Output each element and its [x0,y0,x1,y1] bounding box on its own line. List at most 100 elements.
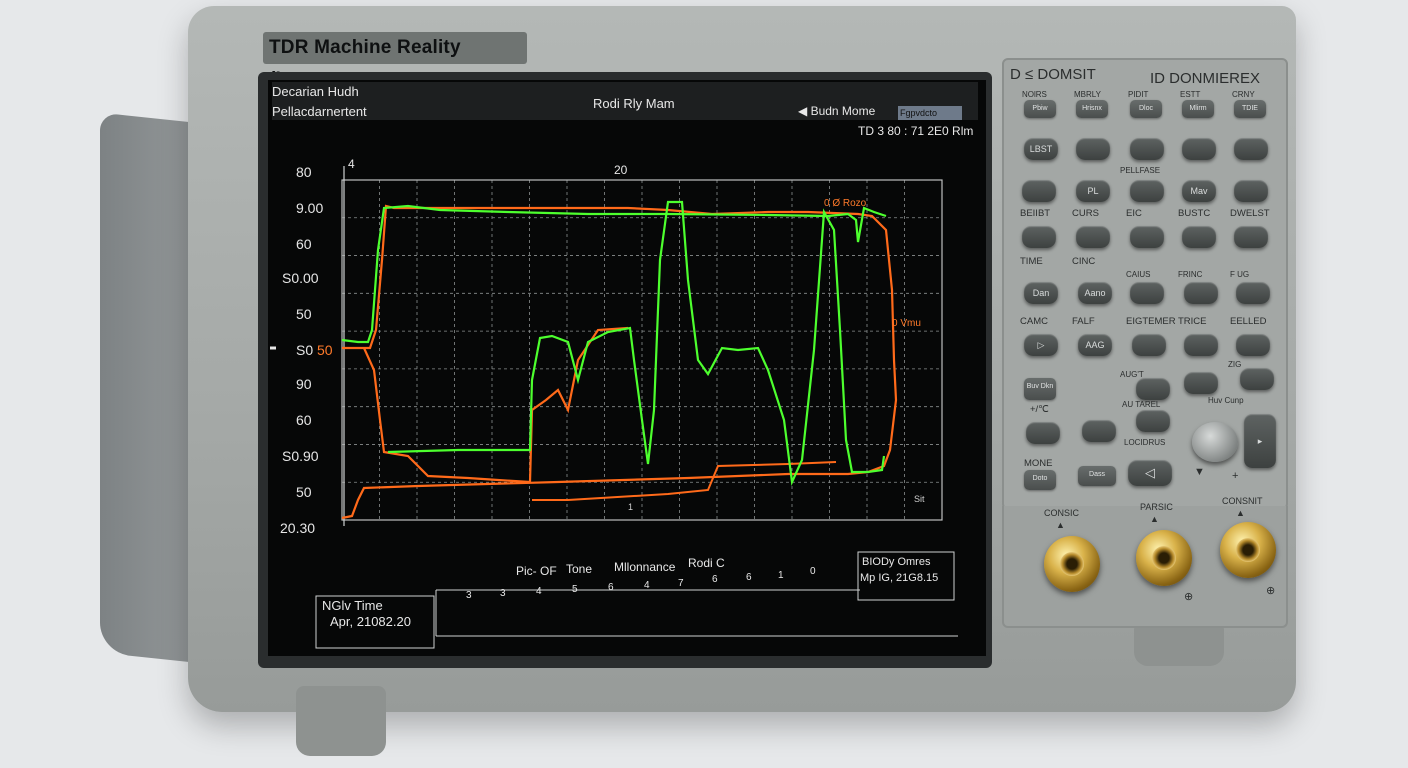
aux-label-4: ZIG [1228,360,1242,369]
green-trace-2 [387,200,886,486]
row5-label: FALF [1072,316,1095,327]
plus-indicator: + [1232,470,1239,482]
bottom-header-2: Tone [566,562,593,576]
aux-button-far-right[interactable] [1240,368,1274,390]
bottom-scale-number: 6 [712,574,718,585]
left-foot [296,686,386,756]
row6-button[interactable] [1236,334,1270,356]
bottom-scale-number: 4 [536,586,542,597]
connector-label-3: CONSNIT [1222,496,1263,506]
side-small-button[interactable]: Buv Dkn [1024,378,1056,400]
row4-sublabel: CAIUS [1126,270,1151,279]
ground-symbol: ⊕ [1184,591,1194,603]
temp-label: +/℃ [1030,404,1049,415]
top-marker-left: 4 [348,157,355,171]
row3-button[interactable] [1130,226,1164,248]
row6-button[interactable] [1132,334,1166,356]
top-small-button[interactable]: Mlirm [1182,100,1214,118]
aux-button-left[interactable] [1082,420,1116,442]
row5-button[interactable] [1184,282,1218,304]
aux-label-1: AUG'T [1120,370,1144,379]
aux-button-right[interactable] [1184,372,1218,394]
row5-label: CAMC [1020,316,1048,327]
bottom-scale-number: 0 [810,566,816,577]
bottom-header-3: Mllonnance [614,560,676,574]
bnc-connector-1[interactable] [1044,536,1100,592]
row4-label: CINC [1072,256,1096,267]
arrow-left-button[interactable]: ◁ [1128,460,1172,486]
brand-label: TDR Machine Reality (Lucem [263,32,527,90]
hold-button[interactable]: Dass [1078,466,1116,486]
bottom-scale-number: 6 [608,582,614,593]
bnc-connector-3[interactable] [1220,522,1276,578]
row2-caption: PELLFASE [1120,166,1161,175]
row4-sublabel: F UG [1230,270,1250,279]
row6-button[interactable]: ▷ [1024,334,1058,356]
info-left-value: Apr, 21082.20 [330,614,411,629]
aux-button-1[interactable] [1136,378,1170,400]
row4-sublabel: FRINC [1178,270,1203,279]
mode-label: MONE [1024,458,1053,469]
right-foot [1134,622,1224,666]
row5-button[interactable]: Aano [1078,282,1112,304]
row2-button[interactable] [1234,180,1268,202]
bottom-scale-number: 1 [778,570,784,581]
bottom-marker: 1 [628,502,633,512]
side-arrow-button[interactable]: ▸ [1244,414,1276,468]
row2-button[interactable]: PL [1076,180,1110,202]
bottom-scale-number: 3 [466,590,472,601]
top-small-button[interactable]: TDIE [1234,100,1266,118]
row5-button[interactable] [1236,282,1270,304]
row5-label: EELLED [1230,316,1267,327]
row2-button[interactable] [1130,180,1164,202]
top-button-label: PIDIT [1128,90,1149,99]
connector-arrow-3: ▲ [1236,508,1245,518]
aux-button-2[interactable] [1136,410,1170,432]
info-right-title: BIODy Omres [862,556,931,568]
row6-button[interactable]: AAG [1078,334,1112,356]
connector-label-2: PARSIC [1140,502,1173,512]
bottom-header-1: Pic- OF [516,564,557,578]
row5-button[interactable] [1130,282,1164,304]
connector-arrow-1: ▲ [1056,520,1065,530]
row1-button[interactable]: LBST [1024,138,1058,160]
row1-button[interactable] [1076,138,1110,160]
row3-label: CURS [1072,208,1099,219]
bottom-scale-number: 6 [746,572,752,583]
side-button-lower[interactable] [1026,422,1060,444]
top-small-button[interactable]: Dloc [1130,100,1162,118]
down-arrow-indicator: ▼ [1194,466,1205,478]
connector-label-1: CONSIC [1044,508,1080,518]
bottom-scale-number: 7 [678,578,684,589]
aux-label-2: AU TAREL [1122,400,1161,409]
right-marker-vmu: 0 Vmu [892,318,921,329]
orange-trace-mid [362,326,629,484]
row5-label: EIGTEMER [1126,316,1176,327]
bnc-connector-2[interactable] [1136,530,1192,586]
rotary-knob[interactable] [1192,422,1238,462]
row3-button[interactable] [1182,226,1216,248]
row1-button[interactable] [1130,138,1164,160]
right-marker-orange: 0 Ø Rozo [824,198,867,209]
mode-small-button[interactable]: Doto [1024,470,1056,490]
top-small-button[interactable]: Pbiw [1024,100,1056,118]
row2-button[interactable] [1022,180,1056,202]
panel-title-right: ID DONMIEREX [1150,70,1261,87]
row5-button[interactable]: Dan [1024,282,1058,304]
info-left-title: NGlv Time [322,598,383,613]
top-button-label: ESTT [1180,90,1201,99]
bottom-scale-number: 5 [572,584,578,595]
top-button-label: CRNY [1232,90,1255,99]
row3-label: BUSTC [1178,208,1211,219]
row5-label: TRICE [1178,316,1207,327]
row3-button[interactable] [1234,226,1268,248]
top-small-button[interactable]: Hrisnx [1076,100,1108,118]
top-button-label: MBRLY [1074,90,1101,99]
row6-button[interactable] [1184,334,1218,356]
row2-button[interactable]: Mav [1182,180,1216,202]
row3-button[interactable] [1076,226,1110,248]
display-screen: Decarian Hudh Pellacdarnertent Rodi Rly … [268,80,986,656]
row3-button[interactable] [1022,226,1056,248]
row1-button[interactable] [1234,138,1268,160]
row1-button[interactable] [1182,138,1216,160]
